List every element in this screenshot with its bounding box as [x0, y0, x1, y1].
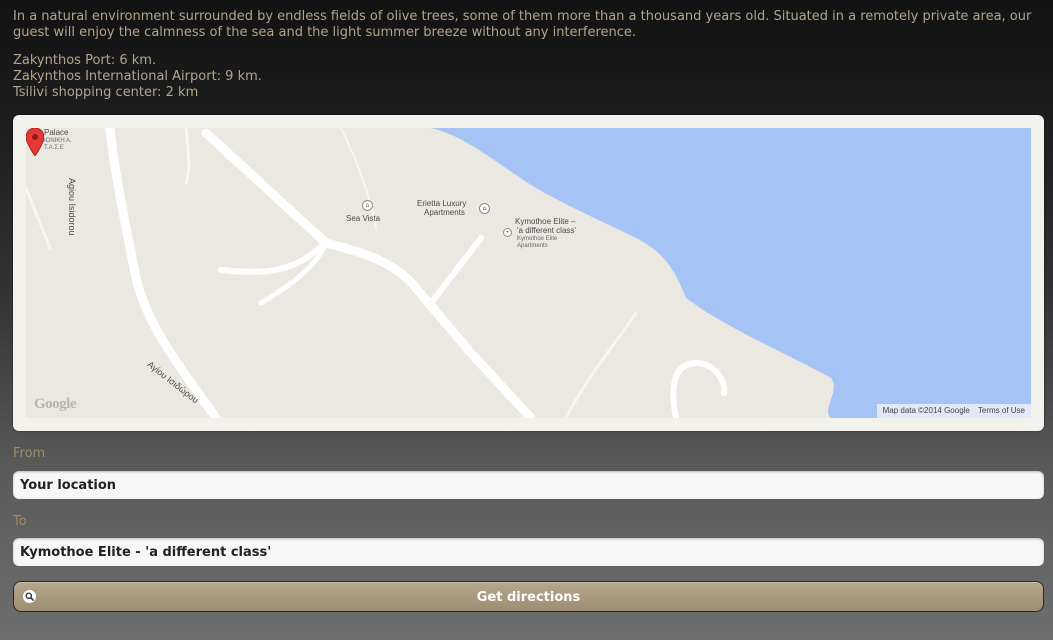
map-label-palace: Palace	[44, 128, 69, 137]
google-logo: Google	[34, 396, 77, 412]
map-label-kymothoe-2[interactable]: 'a different class'	[517, 226, 576, 235]
map-label-palace-sub1: ΙΟΝΙΚΗ Α.	[44, 138, 72, 144]
hotel-icon[interactable]: ⌂	[362, 200, 373, 211]
map-label-sea-vista[interactable]: Sea Vista	[346, 214, 380, 223]
map-label-palace-sub2: Τ.Α.Σ.Ε	[44, 145, 64, 151]
place-dot-icon[interactable]: •	[503, 228, 512, 237]
from-input[interactable]	[13, 471, 1044, 499]
map-frame: Palace ΙΟΝΙΚΗ Α. Τ.Α.Σ.Ε Agiou Isidorou …	[13, 115, 1044, 431]
map-view[interactable]: Palace ΙΟΝΙΚΗ Α. Τ.Α.Σ.Ε Agiou Isidorou …	[26, 128, 1031, 418]
hotel-icon[interactable]: ⌂	[479, 203, 490, 214]
map-graphics	[26, 128, 1031, 418]
map-pin-icon[interactable]	[26, 128, 44, 156]
map-label-kymothoe-1[interactable]: Kymothoe Elite –	[515, 217, 575, 226]
map-label-kymothoe-sub2: Apartments	[517, 243, 548, 249]
description-text: In a natural environment surrounded by e…	[13, 9, 1043, 101]
sea-area	[431, 128, 1031, 418]
distance-shopping: Tsilivi shopping center: 2 km	[13, 85, 199, 100]
to-input[interactable]	[13, 538, 1044, 566]
from-label: From	[13, 446, 46, 461]
search-icon	[23, 590, 36, 603]
get-directions-button[interactable]: Get directions	[13, 581, 1044, 612]
map-label-erietta-2[interactable]: Apartments	[424, 208, 465, 217]
to-label: To	[13, 514, 27, 529]
distance-airport: Zakynthos International Airport: 9 km.	[13, 69, 262, 84]
terms-of-use-link[interactable]: Terms of Use	[978, 404, 1025, 418]
map-label-erietta-1[interactable]: Erietta Luxury	[417, 199, 466, 208]
map-label-road-agiou-isidorou: Agiou Isidorou	[67, 178, 77, 236]
map-data-credit: Map data ©2014 Google	[882, 406, 970, 415]
get-directions-label: Get directions	[476, 590, 581, 605]
description-intro: In a natural environment surrounded by e…	[13, 9, 1032, 40]
distance-port: Zakynthos Port: 6 km.	[13, 53, 157, 68]
map-attribution: Map data ©2014 Google Terms of Use	[876, 404, 1031, 418]
map-label-kymothoe-sub1: Kymothoe Elite	[517, 236, 558, 242]
